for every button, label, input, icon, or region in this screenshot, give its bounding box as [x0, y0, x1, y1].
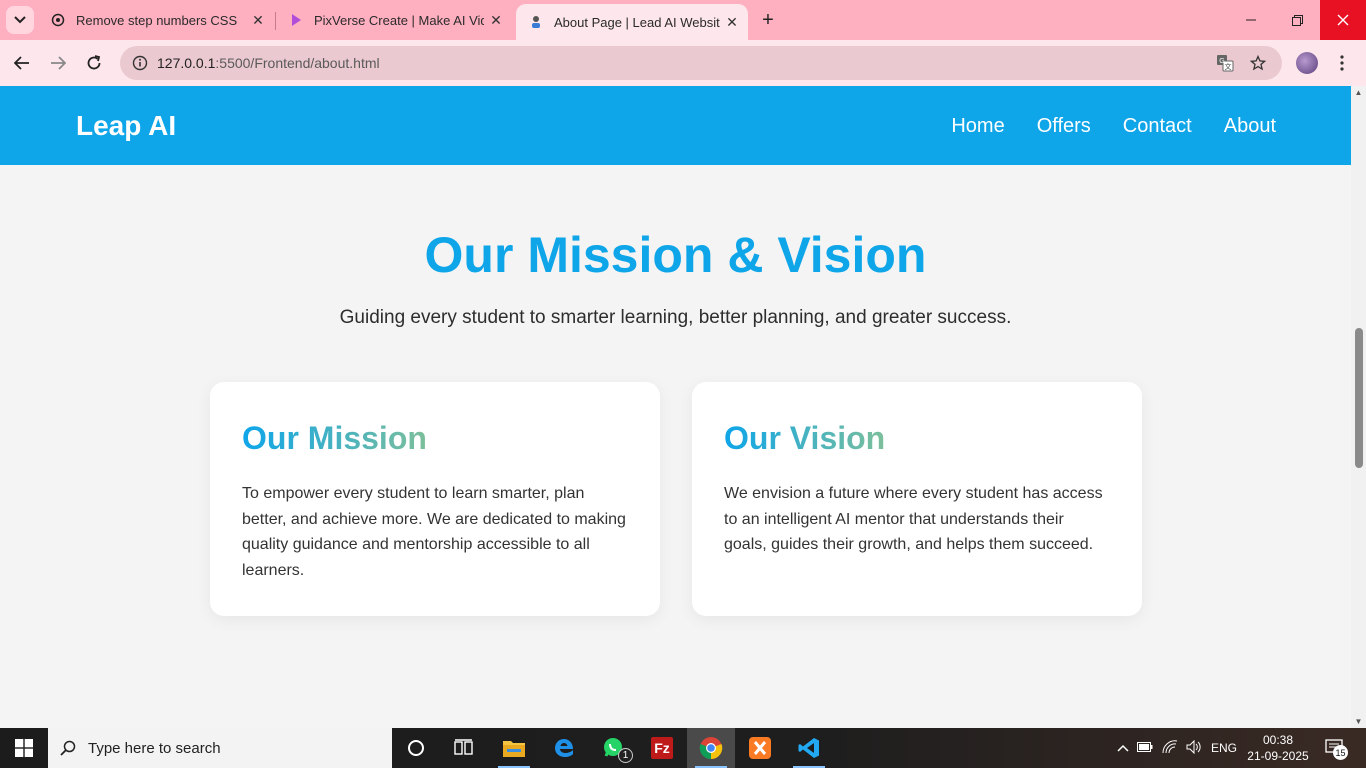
vscode-icon [798, 738, 819, 758]
url-path: :5500/Frontend/about.html [215, 55, 380, 71]
whatsapp-badge: 1 [618, 748, 633, 763]
reload-icon [87, 55, 101, 70]
profile-avatar[interactable] [1296, 52, 1318, 74]
chatgpt-icon [50, 12, 66, 28]
restore-icon [1291, 14, 1303, 26]
back-button[interactable] [8, 49, 36, 77]
close-tab-icon[interactable]: ✕ [484, 8, 508, 32]
page-title: Our Mission & Vision [424, 227, 927, 283]
site-favicon-icon [528, 14, 544, 30]
page-subtitle: Guiding every student to smarter learnin… [339, 307, 1012, 328]
page-scrollbar[interactable]: ▲ ▼ [1351, 86, 1366, 728]
taskbar-search-box[interactable]: Type here to search [48, 728, 392, 768]
vscode-button[interactable] [785, 728, 833, 768]
pixverse-icon [288, 12, 304, 28]
cortana-icon [408, 740, 424, 756]
filezilla-button[interactable]: Fz [638, 728, 686, 768]
new-tab-button[interactable]: + [756, 8, 780, 32]
more-vertical-icon [1340, 55, 1344, 71]
main-nav: Home Offers Contact About [951, 115, 1276, 138]
site-logo[interactable]: Leap AI [76, 110, 176, 142]
cortana-button[interactable] [392, 728, 440, 768]
mission-text: To empower every student to learn smarte… [242, 485, 626, 579]
chrome-icon [699, 737, 723, 760]
url-text: 127.0.0.1:5500/Frontend/about.html [157, 55, 380, 71]
edge-icon [555, 739, 573, 757]
page-viewport: Leap AI Home Offers Contact About Our Mi… [0, 86, 1366, 728]
battery-icon[interactable] [1132, 741, 1158, 755]
address-toolbar: 127.0.0.1:5500/Frontend/about.html 文G [0, 40, 1366, 86]
site-info-icon[interactable] [128, 51, 152, 75]
svg-text:G: G [1219, 58, 1224, 65]
vision-card: Our Vision We envision a future where ev… [692, 382, 1142, 616]
search-placeholder: Type here to search [88, 739, 221, 757]
windows-logo-icon [15, 739, 33, 757]
scroll-down-icon[interactable]: ▼ [1354, 717, 1363, 726]
volume-icon[interactable] [1182, 739, 1206, 757]
tab-title: About Page | Lead AI Website [554, 14, 720, 30]
tab-pixverse[interactable]: PixVerse Create | Make AI Video ✕ [276, 4, 512, 36]
clock-date: 21-09-2025 [1247, 749, 1309, 763]
tab-about-page[interactable]: About Page | Lead AI Website ✕ [516, 4, 748, 40]
nav-link-about[interactable]: About [1224, 115, 1276, 138]
close-window-button[interactable] [1320, 0, 1366, 40]
file-explorer-button[interactable] [490, 728, 538, 768]
restore-button[interactable] [1274, 0, 1320, 40]
arrow-left-icon [14, 56, 29, 70]
browser-tab-bar: Remove step numbers CSS ✕ PixVerse Creat… [0, 0, 1366, 40]
windows-taskbar: Type here to search 1 Fz ENG 00:38 21-09… [0, 728, 1366, 768]
close-tab-icon[interactable]: ✕ [246, 8, 270, 32]
notification-count: 15 [1333, 745, 1348, 760]
xampp-icon [749, 737, 771, 759]
task-view-button[interactable] [440, 728, 488, 768]
tab-title: PixVerse Create | Make AI Video [314, 12, 484, 28]
start-button[interactable] [0, 728, 48, 768]
action-center-button[interactable]: 15 [1322, 736, 1348, 760]
search-icon [48, 740, 88, 756]
whatsapp-button[interactable]: 1 [590, 728, 638, 768]
chrome-button[interactable] [687, 728, 735, 768]
minimize-icon [1246, 19, 1256, 21]
mission-heading: Our Mission [242, 420, 427, 456]
filezilla-icon: Fz [651, 737, 673, 759]
vision-text: We envision a future where every student… [724, 485, 1103, 553]
language-indicator[interactable]: ENG [1206, 741, 1242, 755]
arrow-right-icon [51, 56, 66, 70]
scroll-up-icon[interactable]: ▲ [1354, 88, 1363, 97]
vision-heading: Our Vision [724, 420, 886, 456]
nav-link-contact[interactable]: Contact [1123, 115, 1192, 138]
nav-link-offers[interactable]: Offers [1037, 115, 1091, 138]
clock-time: 00:38 [1262, 733, 1294, 747]
folder-icon [503, 741, 525, 757]
close-tab-icon[interactable]: ✕ [720, 10, 744, 34]
scrollbar-thumb[interactable] [1355, 328, 1363, 468]
url-host: 127.0.0.1 [157, 55, 216, 71]
bookmark-star-icon[interactable] [1246, 51, 1270, 75]
forward-button[interactable] [44, 49, 72, 77]
edge-button[interactable] [540, 728, 588, 768]
tab-search-button[interactable] [6, 6, 34, 34]
close-icon [1337, 14, 1349, 26]
chevron-up-icon[interactable] [1114, 741, 1132, 755]
svg-text:Fz: Fz [654, 740, 670, 756]
task-view-icon [454, 739, 473, 755]
tab-remove-step-numbers[interactable]: Remove step numbers CSS ✕ [38, 4, 274, 36]
chevron-down-icon [14, 16, 26, 24]
nav-link-home[interactable]: Home [951, 115, 1004, 138]
site-header: Leap AI Home Offers Contact About [0, 86, 1351, 165]
tab-title: Remove step numbers CSS [76, 12, 238, 28]
svg-text:文: 文 [1225, 62, 1232, 71]
system-tray: ENG [1114, 728, 1242, 768]
translate-icon[interactable]: 文G [1213, 51, 1237, 75]
address-bar[interactable]: 127.0.0.1:5500/Frontend/about.html 文G [120, 46, 1282, 80]
xampp-button[interactable] [736, 728, 784, 768]
minimize-button[interactable] [1228, 0, 1274, 40]
mission-card: Our Mission To empower every student to … [210, 382, 660, 616]
network-icon[interactable] [1158, 739, 1182, 757]
taskbar-clock[interactable]: 00:38 21-09-2025 [1244, 732, 1312, 764]
browser-menu-button[interactable] [1330, 50, 1354, 76]
reload-button[interactable] [80, 49, 108, 77]
